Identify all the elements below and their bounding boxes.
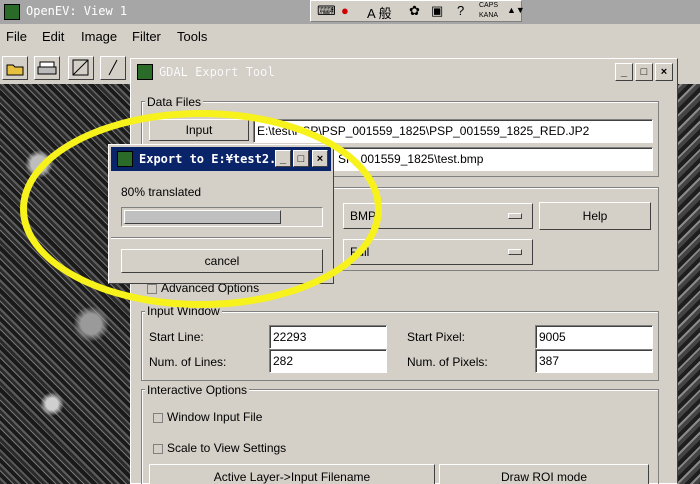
minimize-icon[interactable]: _ — [275, 150, 291, 167]
num-pixels-field[interactable]: 387 — [535, 349, 653, 373]
data-files-label: Data Files — [145, 95, 204, 109]
input-path-field[interactable]: E:\test\PSP\PSP_001559_1825\PSP_001559_1… — [253, 119, 653, 143]
format-dropdown[interactable]: BMP — [343, 203, 533, 229]
menu-edit[interactable]: Edit — [42, 29, 64, 44]
divider — [111, 237, 331, 239]
menu-file[interactable]: File — [6, 29, 27, 44]
window-input-file-label: Window Input File — [167, 410, 263, 424]
progress-app-icon — [117, 151, 133, 167]
main-toolbar — [0, 54, 130, 82]
start-pixel-field[interactable]: 9005 — [535, 325, 653, 349]
progress-window-title: Export to E:¥test2... — [139, 152, 291, 166]
progress-bar — [121, 207, 323, 227]
export-progress-dialog: Export to E:¥test2... _ □ × 80% translat… — [108, 144, 334, 284]
num-lines-field[interactable]: 282 — [269, 349, 387, 373]
window-input-file-checkbox[interactable] — [153, 413, 163, 423]
resolution-dropdown[interactable]: Full — [343, 239, 533, 265]
ime-help-icon[interactable]: ? — [457, 3, 464, 18]
menu-image[interactable]: Image — [81, 29, 117, 44]
cancel-button[interactable]: cancel — [121, 249, 323, 273]
gdal-window-title: GDAL Export Tool — [159, 65, 275, 79]
gdal-app-icon — [137, 64, 153, 80]
advanced-options-checkbox[interactable] — [147, 284, 157, 294]
input-window-label: Input Window — [145, 304, 222, 318]
main-window-title: OpenEV: View 1 — [26, 4, 128, 18]
keyboard-icon[interactable]: ⌨ — [317, 3, 336, 19]
print-icon[interactable] — [34, 56, 60, 80]
open-folder-icon[interactable] — [2, 56, 28, 80]
num-lines-label: Num. of Lines: — [149, 355, 227, 369]
maximize-icon[interactable]: □ — [635, 63, 653, 81]
close-icon[interactable]: × — [312, 150, 328, 167]
ime-dictionary-icon[interactable]: ▣ — [431, 3, 443, 19]
draw-line-icon[interactable] — [68, 56, 94, 80]
menu-filter[interactable]: Filter — [132, 29, 161, 44]
gdal-title-bar[interactable]: GDAL Export Tool _ □ × — [133, 61, 675, 83]
menu-tools[interactable]: Tools — [177, 29, 207, 44]
start-line-label: Start Line: — [149, 330, 204, 344]
active-layer-button[interactable]: Active Layer->Input Filename — [149, 464, 435, 484]
scale-to-view-label: Scale to View Settings — [167, 441, 287, 455]
dropdown-indicator-icon — [508, 213, 522, 219]
format-value: BMP — [350, 209, 377, 223]
ime-menu-arrow-icon[interactable]: ▲▼ — [507, 5, 525, 15]
close-icon[interactable]: × — [655, 63, 673, 81]
draw-slash-icon[interactable] — [100, 56, 126, 80]
help-button[interactable]: Help — [539, 202, 651, 230]
resolution-value: Full — [350, 245, 370, 259]
menu-bar: File Edit Image Filter Tools — [0, 26, 700, 48]
progress-title-bar[interactable]: Export to E:¥test2... _ □ × — [111, 147, 331, 171]
ime-pad-icon[interactable]: ✿ — [409, 3, 420, 19]
ime-mode-label[interactable]: A 般 — [367, 3, 392, 22]
input-button[interactable]: Input — [149, 119, 249, 141]
openev-app-icon — [4, 4, 20, 20]
ime-globe-icon[interactable]: ● — [341, 3, 349, 18]
draw-roi-button[interactable]: Draw ROI mode — [439, 464, 649, 484]
interactive-options-label: Interactive Options — [145, 383, 250, 397]
kana-indicator: KANA — [479, 12, 499, 19]
dropdown-indicator-icon — [508, 249, 522, 255]
num-pixels-label: Num. of Pixels: — [407, 355, 488, 369]
scale-to-view-checkbox[interactable] — [153, 444, 163, 454]
ime-toolbar[interactable]: ⌨ ● A 般 ✿ ▣ ? CAPS KANA ▲▼ — [310, 0, 525, 22]
minimize-icon[interactable]: _ — [615, 63, 633, 81]
start-line-field[interactable]: 22293 — [269, 325, 387, 349]
progress-status: 80% translated — [121, 185, 202, 199]
caps-indicator: CAPS — [479, 2, 499, 9]
start-pixel-label: Start Pixel: — [407, 330, 466, 344]
progress-bar-fill — [124, 210, 281, 224]
maximize-icon[interactable]: □ — [293, 150, 309, 167]
